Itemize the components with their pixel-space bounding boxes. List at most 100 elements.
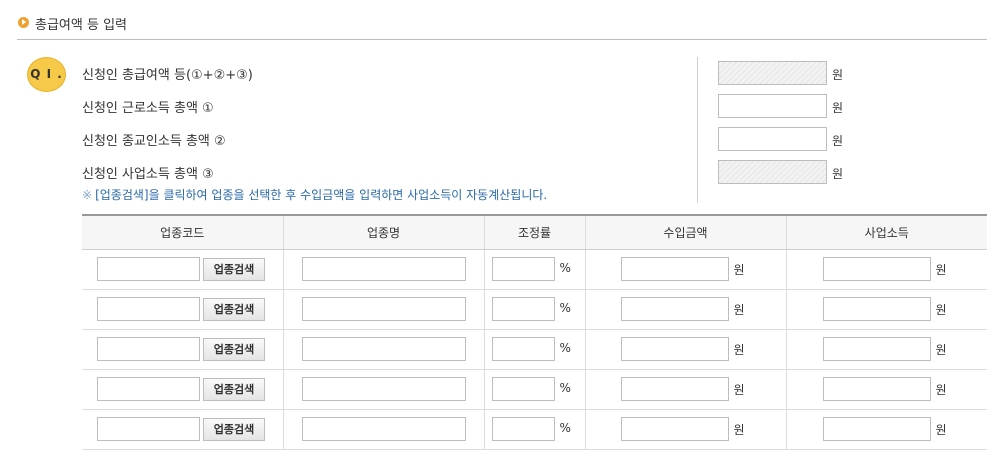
industry-search-button[interactable]: 업종검색 [203, 258, 265, 281]
income-unit: 원 [935, 263, 947, 277]
industry-code-field [97, 377, 200, 401]
industry-code-field [97, 257, 200, 281]
income-cell: 원 [785, 409, 987, 450]
percent-unit: % [559, 341, 571, 355]
vertical-divider [697, 57, 698, 203]
income-cell: 원 [785, 289, 987, 330]
revenue-input[interactable] [620, 337, 729, 361]
income-cell: 원 [785, 369, 987, 410]
total-income-unit: 원 [832, 68, 844, 82]
earned-income-unit: 원 [832, 101, 844, 115]
income-unit: 원 [935, 303, 947, 317]
table-header-row: 업종코드 업종명 조정률 수입금액 사업소득 [82, 214, 987, 250]
industry-code-field [97, 337, 200, 361]
name-cell [282, 289, 484, 330]
code-cell: 업종검색 [82, 369, 283, 410]
name-cell [282, 409, 484, 450]
business-income-cell-field [822, 337, 931, 361]
name-cell [282, 369, 484, 410]
business-income-cell-field [822, 417, 931, 441]
header-name: 업종명 [282, 214, 484, 250]
section-title: 총급여액 등 입력 [35, 18, 127, 33]
header-income: 사업소득 [785, 214, 987, 250]
percent-unit: % [559, 261, 571, 275]
revenue-input[interactable] [620, 297, 729, 321]
rate-cell: % [483, 249, 585, 290]
business-income-cell-field [822, 377, 931, 401]
industry-search-button[interactable]: 업종검색 [203, 338, 265, 361]
rate-cell: % [483, 409, 585, 450]
percent-unit: % [559, 381, 571, 395]
revenue-input[interactable] [620, 377, 729, 401]
adjustment-rate-field [491, 417, 555, 441]
total-income-label: 신청인 총급여액 등(①+②+③) [82, 68, 253, 83]
header-rate: 조정률 [483, 214, 585, 250]
name-cell [282, 329, 484, 370]
code-cell: 업종검색 [82, 329, 283, 370]
industry-name-field [301, 297, 466, 321]
business-income-cell-field [822, 297, 931, 321]
section-header: 총급여액 등 입력 [17, 13, 987, 40]
industry-search-button[interactable]: 업종검색 [203, 298, 265, 321]
earned-income-input[interactable] [718, 94, 827, 118]
business-income-unit: 원 [832, 167, 844, 181]
header-revenue: 수입금액 [584, 214, 786, 250]
revenue-cell: 원 [584, 289, 786, 330]
business-income-field [718, 160, 827, 184]
table-row: 업종검색% 원 원 [82, 409, 987, 450]
revenue-unit: 원 [733, 303, 745, 317]
industry-name-field [301, 417, 466, 441]
revenue-unit: 원 [733, 423, 745, 437]
industry-search-button[interactable]: 업종검색 [203, 418, 265, 441]
income-unit: 원 [935, 423, 947, 437]
name-cell [282, 249, 484, 290]
total-income-field [718, 61, 827, 85]
table-row: 업종검색% 원 원 [82, 369, 987, 410]
revenue-cell: 원 [584, 369, 786, 410]
table-row: 업종검색% 원 원 [82, 329, 987, 370]
business-income-label: 신청인 사업소득 총액 ③ [82, 167, 214, 182]
income-unit: 원 [935, 383, 947, 397]
revenue-unit: 원 [733, 383, 745, 397]
rate-cell: % [483, 289, 585, 330]
note-text: [업종검색]을 클릭하여 업종을 선택한 후 수입금액을 입력하면 사업소득이 … [95, 188, 548, 202]
question-badge: Q I . [27, 57, 66, 92]
percent-unit: % [559, 421, 571, 435]
industry-search-button[interactable]: 업종검색 [203, 378, 265, 401]
industry-name-field [301, 257, 466, 281]
code-cell: 업종검색 [82, 249, 283, 290]
adjustment-rate-field [491, 337, 555, 361]
revenue-cell: 원 [584, 249, 786, 290]
percent-unit: % [559, 301, 571, 315]
code-cell: 업종검색 [82, 289, 283, 330]
header-code: 업종코드 [82, 214, 283, 250]
revenue-cell: 원 [584, 409, 786, 450]
code-cell: 업종검색 [82, 409, 283, 450]
note-mark: ※ [82, 188, 93, 202]
revenue-unit: 원 [733, 343, 745, 357]
revenue-input[interactable] [620, 417, 729, 441]
bullet-arrow-icon [18, 17, 29, 28]
earned-income-label: 신청인 근로소득 총액 ① [82, 101, 214, 116]
table-row: 업종검색% 원 원 [82, 249, 987, 290]
rate-cell: % [483, 369, 585, 410]
religious-income-unit: 원 [832, 134, 844, 148]
income-unit: 원 [935, 343, 947, 357]
adjustment-rate-field [491, 297, 555, 321]
religious-income-label: 신청인 종교인소득 총액 ② [82, 134, 226, 149]
industry-code-field [97, 297, 200, 321]
instruction-note: ※ [업종검색]을 클릭하여 업종을 선택한 후 수입금액을 입력하면 사업소득이… [82, 186, 547, 203]
adjustment-rate-field [491, 377, 555, 401]
religious-income-input[interactable] [718, 127, 827, 151]
income-cell: 원 [785, 329, 987, 370]
business-income-cell-field [822, 257, 931, 281]
business-table: 업종코드 업종명 조정률 수입금액 사업소득 업종검색% 원 원 업종검색% 원 원 업종검… [82, 214, 987, 450]
industry-code-field [97, 417, 200, 441]
rate-cell: % [483, 329, 585, 370]
adjustment-rate-field [491, 257, 555, 281]
revenue-input[interactable] [620, 257, 729, 281]
income-cell: 원 [785, 249, 987, 290]
industry-name-field [301, 337, 466, 361]
industry-name-field [301, 377, 466, 401]
revenue-cell: 원 [584, 329, 786, 370]
